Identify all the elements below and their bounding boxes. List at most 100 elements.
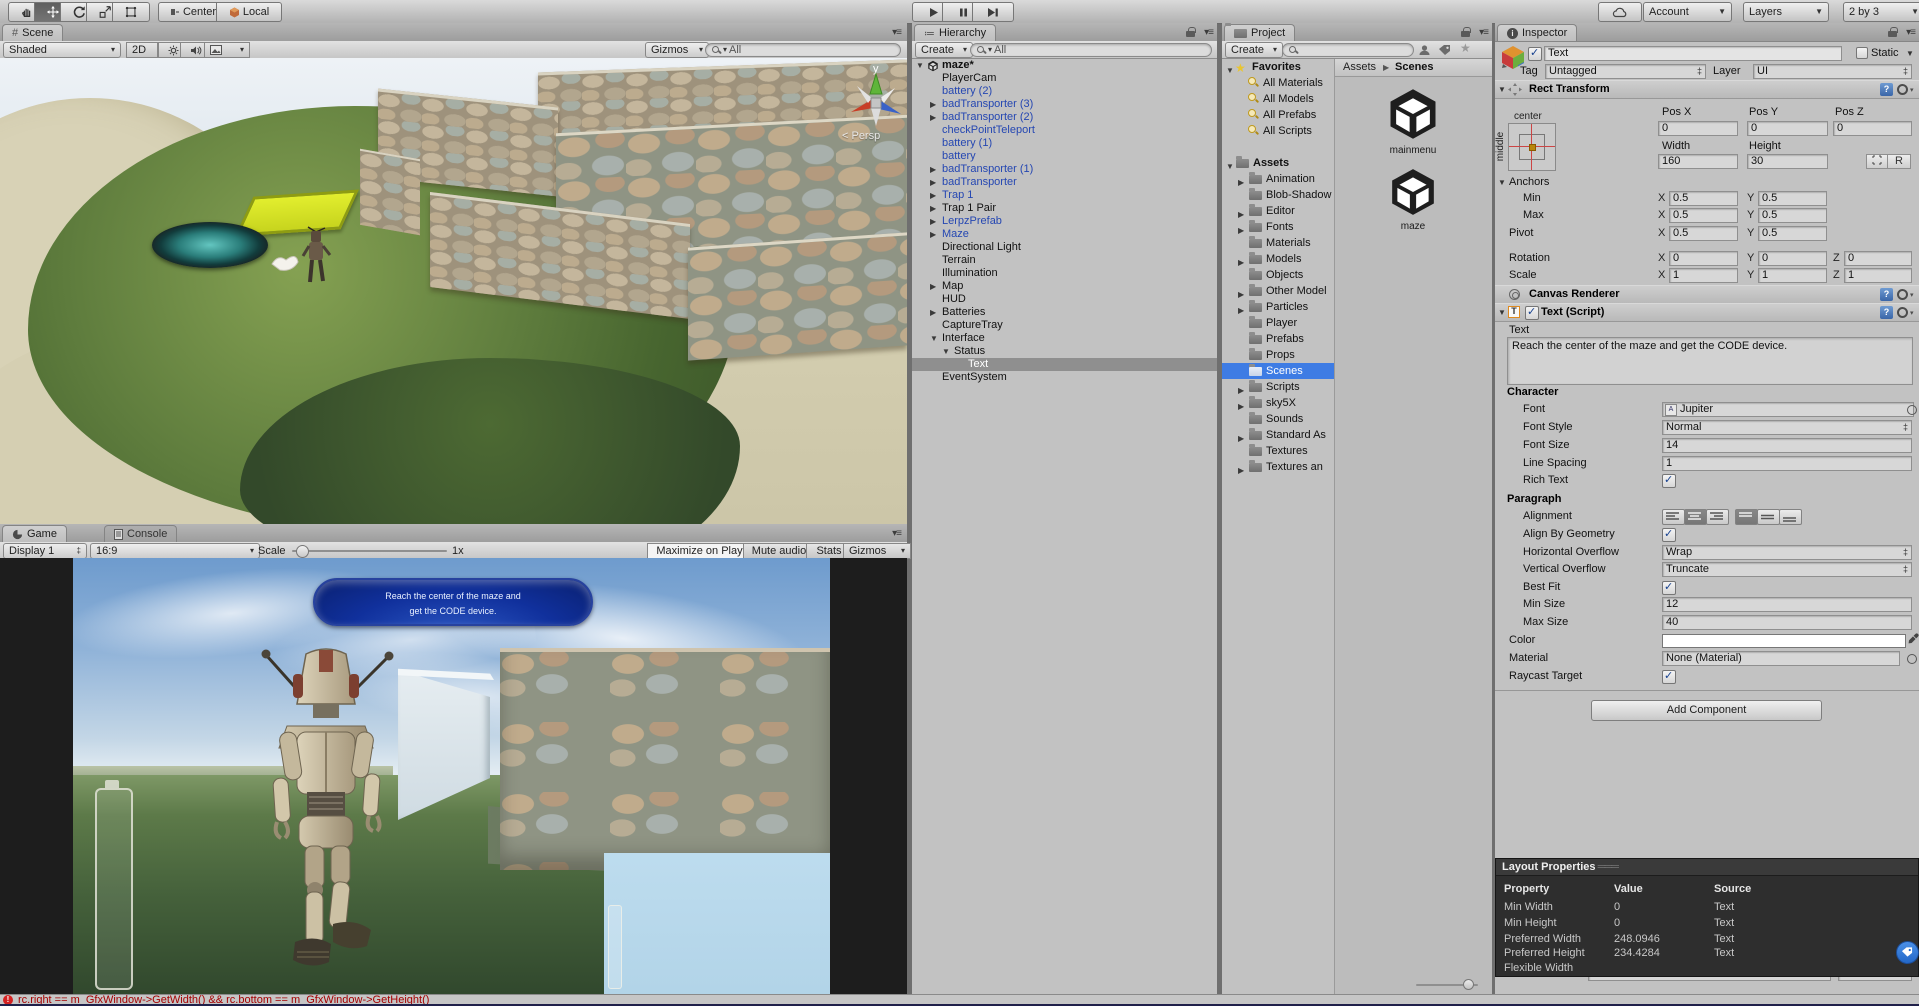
layout-properties-title[interactable]: Layout Properties ═══: [1496, 859, 1918, 876]
foldout-open-icon[interactable]: ▼: [1498, 85, 1506, 94]
eyedropper-icon[interactable]: [1908, 633, 1919, 646]
space-toggle-button[interactable]: Local: [216, 2, 282, 22]
hierarchy-row[interactable]: ▶LerpzPrefab: [912, 215, 1217, 228]
align-bottom-button[interactable]: [1779, 509, 1802, 525]
object-picker-icon[interactable]: [1907, 405, 1917, 415]
aspect-dropdown[interactable]: 16:9▾: [90, 543, 260, 559]
material-object-field[interactable]: None (Material): [1662, 651, 1900, 666]
foldout-closed-icon[interactable]: ▶: [930, 176, 936, 189]
hierarchy-row[interactable]: Terrain: [912, 254, 1217, 267]
align-left-button[interactable]: [1662, 509, 1685, 525]
toggle-2d-button[interactable]: 2D: [126, 42, 158, 58]
persp-label[interactable]: < Persp: [842, 130, 880, 142]
hierarchy-row[interactable]: ▼Status: [912, 345, 1217, 358]
foldout-closed-icon[interactable]: ▶: [930, 189, 936, 202]
pivot-x-field[interactable]: 0.5: [1669, 226, 1738, 241]
display-dropdown[interactable]: Display 1‡: [3, 543, 87, 559]
search-by-label-icon[interactable]: [1438, 44, 1451, 56]
hierarchy-row[interactable]: PlayerCam: [912, 72, 1217, 85]
gameobject-name-field[interactable]: Text: [1544, 46, 1842, 61]
foldout-closed-icon[interactable]: ▶: [930, 228, 936, 241]
layout-dropdown[interactable]: 2 by 3▼: [1843, 2, 1919, 22]
project-row[interactable]: ▼★Favorites: [1222, 59, 1334, 75]
breadcrumb-current[interactable]: Scenes: [1395, 61, 1434, 73]
hierarchy-row[interactable]: battery (2): [912, 85, 1217, 98]
step-button[interactable]: [972, 2, 1014, 22]
game-viewport[interactable]: Reach the center of the maze and get the…: [0, 558, 907, 994]
align-right-button[interactable]: [1706, 509, 1729, 525]
foldout-open-icon[interactable]: ▼: [916, 59, 924, 72]
horizontal-overflow-dropdown[interactable]: Wrap: [1662, 545, 1912, 560]
static-checkbox[interactable]: [1856, 47, 1868, 59]
scene-effects-dropdown[interactable]: ▾: [204, 42, 250, 58]
rect-tool-button[interactable]: [112, 2, 150, 22]
rotation-x-field[interactable]: 0: [1669, 251, 1738, 266]
canvas-renderer-header[interactable]: Canvas Renderer ?: [1495, 285, 1919, 304]
project-create-dropdown[interactable]: Create▾: [1225, 42, 1283, 58]
foldout-open-icon[interactable]: ▼: [930, 332, 938, 345]
cloud-button[interactable]: [1598, 2, 1642, 22]
hierarchy-row[interactable]: battery: [912, 150, 1217, 163]
project-row[interactable]: ▶Other Model: [1222, 283, 1334, 299]
project-row[interactable]: ▶Models: [1222, 251, 1334, 267]
foldout-closed-icon[interactable]: ▶: [930, 215, 936, 228]
vertical-overflow-dropdown[interactable]: Truncate: [1662, 562, 1912, 577]
hierarchy-row[interactable]: ▶Map: [912, 280, 1217, 293]
pos-x-field[interactable]: 0: [1658, 121, 1738, 136]
favorites-star-icon[interactable]: ★: [1460, 41, 1471, 55]
foldout-closed-icon[interactable]: ▶: [930, 98, 936, 111]
game-gizmos-dropdown[interactable]: Gizmos▾: [843, 543, 911, 559]
mute-audio-button[interactable]: Mute audio: [743, 543, 815, 559]
project-row[interactable]: All Prefabs: [1222, 107, 1334, 123]
project-row[interactable]: ▶Scripts: [1222, 379, 1334, 395]
hierarchy-row[interactable]: ▶Trap 1: [912, 189, 1217, 202]
min-size-field[interactable]: 12: [1662, 597, 1912, 612]
color-swatch[interactable]: [1662, 634, 1906, 648]
project-row[interactable]: Blob-Shadow: [1222, 187, 1334, 203]
font-size-field[interactable]: 14: [1662, 438, 1912, 453]
foldout-open-icon[interactable]: ▼: [1226, 63, 1234, 75]
project-row[interactable]: ▶Standard As: [1222, 427, 1334, 443]
project-row[interactable]: Props: [1222, 347, 1334, 363]
tab-hierarchy[interactable]: ≔Hierarchy: [914, 24, 996, 41]
scene-gizmos-dropdown[interactable]: Gizmos▾: [645, 42, 709, 58]
foldout-open-icon[interactable]: ▼: [1226, 159, 1234, 171]
hierarchy-row[interactable]: checkPointTeleport: [912, 124, 1217, 137]
gear-icon[interactable]: [1897, 289, 1908, 300]
project-row[interactable]: ▼Assets: [1222, 155, 1334, 171]
max-x-field[interactable]: 0.5: [1669, 208, 1738, 223]
blueprint-mode-button[interactable]: [1866, 154, 1888, 169]
project-row[interactable]: All Scripts: [1222, 123, 1334, 139]
project-row[interactable]: Textures: [1222, 443, 1334, 459]
tab-game[interactable]: Game: [2, 525, 67, 542]
scene-search-input[interactable]: ▾All: [705, 43, 901, 57]
scale-z-field[interactable]: 1: [1844, 268, 1912, 283]
hierarchy-row[interactable]: battery (1): [912, 137, 1217, 150]
project-row[interactable]: Sounds: [1222, 411, 1334, 427]
pos-z-field[interactable]: 0: [1833, 121, 1912, 136]
font-object-field[interactable]: Jupiter: [1662, 402, 1914, 417]
layer-dropdown[interactable]: UI: [1753, 64, 1912, 79]
project-row[interactable]: Objects: [1222, 267, 1334, 283]
panel-menu-icon[interactable]: ▾≡: [1204, 27, 1213, 38]
asset-item[interactable]: mainmenu: [1371, 87, 1455, 156]
max-y-field[interactable]: 0.5: [1758, 208, 1827, 223]
notification-badge[interactable]: [1896, 941, 1919, 964]
hierarchy-row[interactable]: ▶badTransporter: [912, 176, 1217, 189]
lock-icon[interactable]: [1888, 27, 1897, 40]
hierarchy-row[interactable]: ▶badTransporter (3): [912, 98, 1217, 111]
hierarchy-row-selected[interactable]: Text: [912, 358, 1217, 371]
scale-slider-track[interactable]: [292, 550, 447, 552]
foldout-closed-icon[interactable]: ▶: [930, 280, 936, 293]
hierarchy-row[interactable]: HUD: [912, 293, 1217, 306]
project-row[interactable]: ▶Textures an: [1222, 459, 1334, 475]
foldout-closed-icon[interactable]: ▶: [1238, 255, 1244, 267]
hierarchy-row[interactable]: ▼Interface: [912, 332, 1217, 345]
project-row[interactable]: All Materials: [1222, 75, 1334, 91]
foldout-closed-icon[interactable]: ▶: [930, 306, 936, 319]
search-by-type-icon[interactable]: [1418, 44, 1431, 56]
lock-icon[interactable]: [1186, 27, 1195, 40]
project-row[interactable]: ▶sky5X: [1222, 395, 1334, 411]
static-dropdown-caret[interactable]: ▼: [1906, 50, 1914, 58]
hierarchy-row[interactable]: ▶badTransporter (1): [912, 163, 1217, 176]
